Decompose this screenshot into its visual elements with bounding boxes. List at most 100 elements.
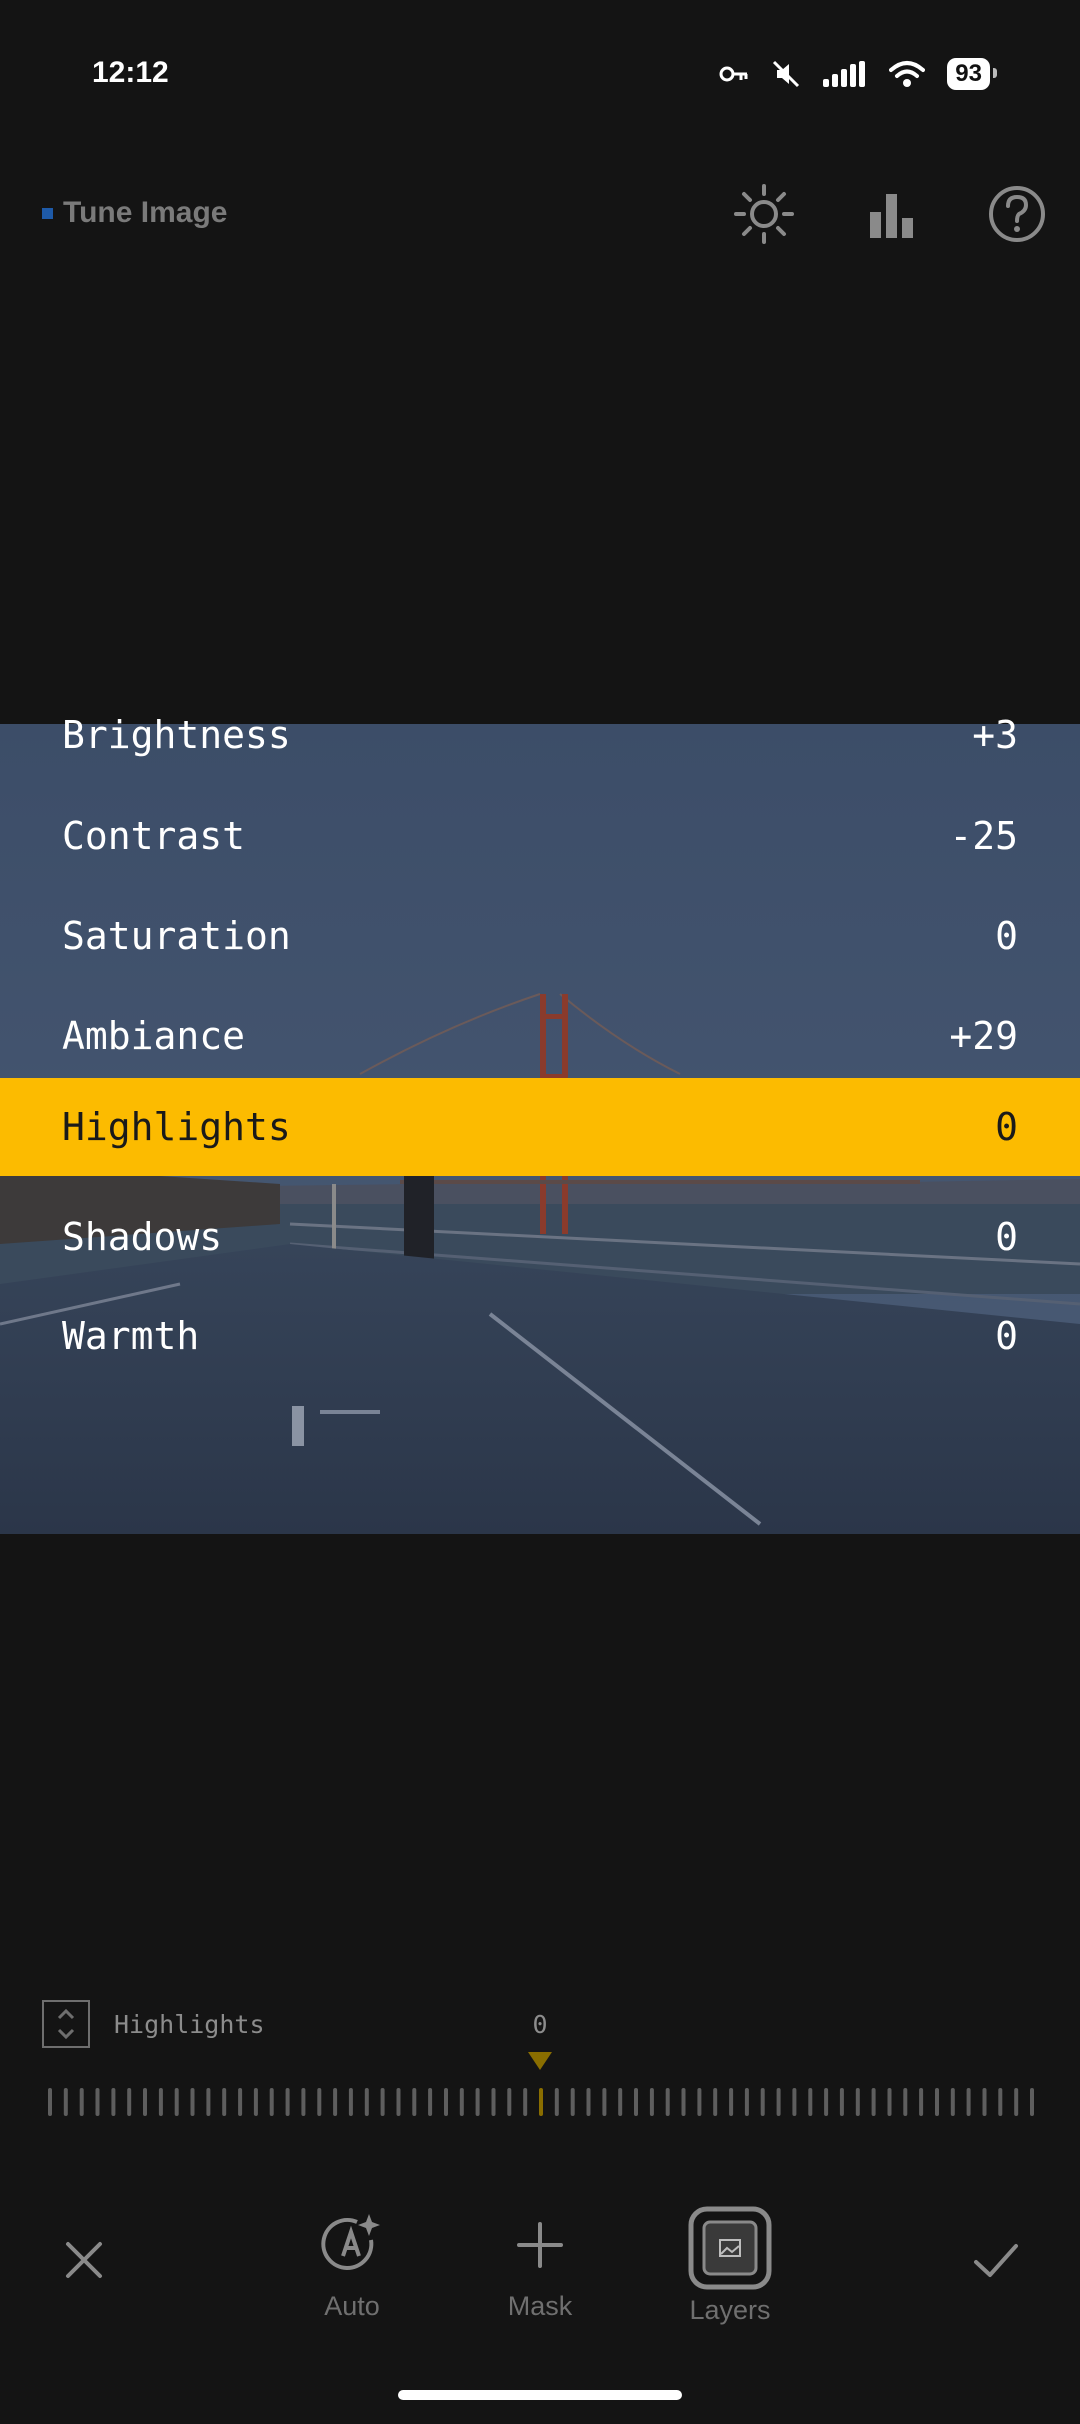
- slider-tick: [1030, 2088, 1034, 2116]
- slider-tick: [348, 2088, 353, 2116]
- layers-icon: [688, 2206, 772, 2290]
- slider-tick: [475, 2088, 480, 2116]
- adjustment-value: 0: [995, 1105, 1018, 1149]
- slider-tick: [95, 2088, 100, 2116]
- parameter-label: Highlights: [114, 2010, 265, 2039]
- slider-tick: [697, 2088, 702, 2116]
- value-slider[interactable]: [46, 2086, 1036, 2118]
- slider-tick: [190, 2088, 195, 2116]
- slider-tick: [586, 2088, 591, 2116]
- auto-label: Auto: [324, 2291, 380, 2321]
- slider-tick: [871, 2088, 876, 2116]
- adjustment-shadows[interactable]: Shadows 0: [0, 1188, 1080, 1286]
- slider-tick: [444, 2088, 448, 2116]
- slider-tick: [713, 2088, 718, 2116]
- slider-tick: [935, 2088, 939, 2116]
- histogram-icon[interactable]: [860, 182, 924, 246]
- slider-tick: [222, 2088, 227, 2116]
- slider-tick: [127, 2088, 132, 2116]
- slider-tick: [665, 2088, 670, 2116]
- plus-icon: [517, 2222, 563, 2268]
- adjustment-warmth[interactable]: Warmth 0: [0, 1287, 1080, 1385]
- adjustment-label: Contrast: [62, 814, 246, 858]
- header: Tune Image: [42, 196, 227, 230]
- slider-tick: [760, 2088, 765, 2116]
- adjustment-value: 0: [995, 1215, 1018, 1259]
- slider-tick: [63, 2088, 68, 2116]
- chevron-up-down-icon: [57, 2008, 75, 2040]
- confirm-button[interactable]: [966, 2230, 1026, 2295]
- slider-tick: [111, 2088, 116, 2116]
- cancel-button[interactable]: [54, 2230, 114, 2295]
- slider-tick: [887, 2088, 892, 2116]
- auto-magic-icon: [321, 2214, 380, 2270]
- status-time: 12:12: [92, 56, 169, 89]
- mask-button[interactable]: Mask: [480, 2210, 600, 2322]
- slider-tick: [729, 2088, 734, 2116]
- mask-label: Mask: [507, 2291, 573, 2321]
- slider-tick: [174, 2088, 179, 2116]
- slider-tick: [950, 2088, 955, 2116]
- slider-tick: [1014, 2088, 1019, 2116]
- slider-tick: [903, 2088, 908, 2116]
- wifi-icon: [889, 61, 926, 87]
- slider-tick: [333, 2088, 338, 2116]
- slider-tick: [285, 2088, 290, 2116]
- slider-tick: [681, 2088, 686, 2116]
- slider-tick: [412, 2088, 417, 2116]
- slider-tick: [206, 2088, 211, 2116]
- home-indicator: [398, 2390, 682, 2400]
- adjustment-value: 0: [995, 914, 1018, 958]
- slider-tick: [966, 2088, 971, 2116]
- adjustment-contrast[interactable]: Contrast -25: [0, 787, 1080, 885]
- slider-tick: [792, 2088, 797, 2116]
- signal-icon: [823, 61, 866, 87]
- slider-tick: [855, 2088, 860, 2116]
- title-accent-dot: [42, 207, 53, 219]
- parameter-picker-button[interactable]: [42, 2000, 90, 2048]
- layers-button[interactable]: Layers: [670, 2206, 790, 2326]
- slider-tick: [143, 2088, 147, 2116]
- brightness-icon[interactable]: [732, 182, 796, 246]
- adjustment-saturation[interactable]: Saturation 0: [0, 887, 1080, 985]
- slider-tick: [634, 2088, 638, 2116]
- slider-tick: [238, 2088, 243, 2116]
- vpn-key-icon: [719, 66, 748, 82]
- adjustment-label: Highlights: [62, 1105, 291, 1149]
- slider-active-tick: [539, 2088, 543, 2116]
- slider-tick: [253, 2088, 258, 2116]
- page-title: Tune Image: [63, 196, 228, 229]
- checkmark-icon: [974, 2244, 1018, 2277]
- slider-tick: [459, 2088, 464, 2116]
- adjustment-brightness[interactable]: Brightness +3: [0, 686, 1080, 784]
- help-icon[interactable]: [985, 182, 1049, 246]
- slider-tick: [808, 2088, 813, 2116]
- status-icons: 93: [719, 58, 997, 90]
- muted-icon: [773, 60, 800, 88]
- layers-label: Layers: [689, 2295, 771, 2325]
- adjustment-label: Shadows: [62, 1215, 223, 1259]
- adjustment-highlights-selected[interactable]: Highlights 0: [0, 1078, 1080, 1176]
- slider-tick: [428, 2088, 433, 2116]
- slider-tick: [491, 2088, 496, 2116]
- slider-tick: [982, 2088, 987, 2116]
- slider-pointer-icon: [528, 2052, 552, 2070]
- slider-tick: [396, 2088, 401, 2116]
- slider-tick: [744, 2088, 749, 2116]
- slider-tick: [79, 2088, 84, 2116]
- slider-tick: [998, 2088, 1003, 2116]
- adjustment-ambiance[interactable]: Ambiance +29: [0, 987, 1080, 1085]
- adjustment-value: 0: [995, 1314, 1018, 1358]
- auto-button[interactable]: Auto: [292, 2210, 412, 2322]
- slider-tick: [554, 2088, 559, 2116]
- slider-tick: [507, 2088, 512, 2116]
- slider-tick: [364, 2088, 369, 2116]
- parameter-value: 0: [532, 2010, 548, 2039]
- slider-tick: [618, 2088, 623, 2116]
- slider-tick: [158, 2088, 163, 2116]
- close-icon: [66, 2242, 102, 2278]
- adjustment-label: Ambiance: [62, 1014, 246, 1058]
- adjustment-value: +29: [949, 1014, 1018, 1058]
- slider-tick: [919, 2088, 924, 2116]
- slider-tick: [839, 2088, 844, 2116]
